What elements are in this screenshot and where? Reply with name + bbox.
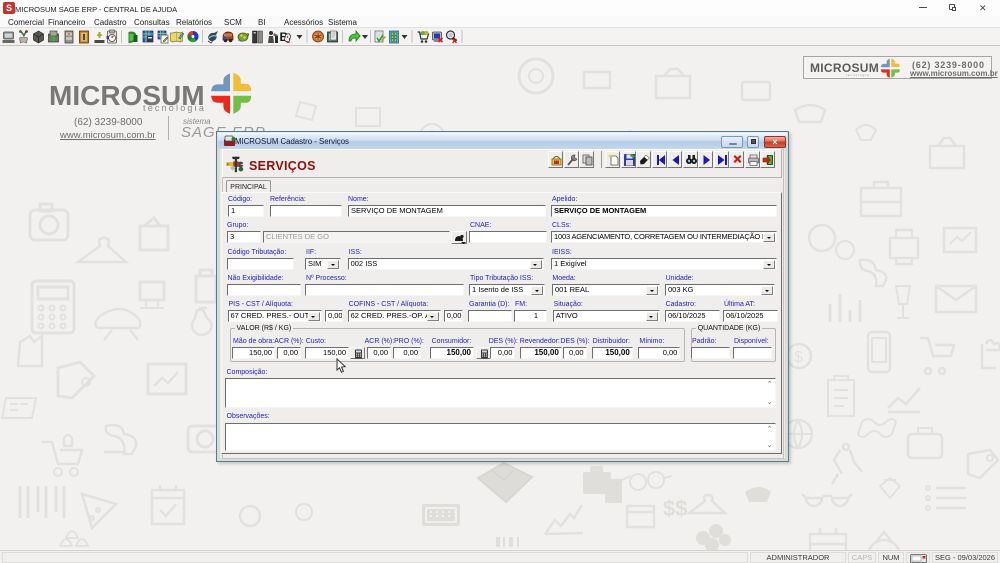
svg-text:$: $ bbox=[51, 34, 56, 43]
svg-text:$$: $$ bbox=[663, 496, 687, 521]
svg-text:$: $ bbox=[794, 349, 803, 366]
